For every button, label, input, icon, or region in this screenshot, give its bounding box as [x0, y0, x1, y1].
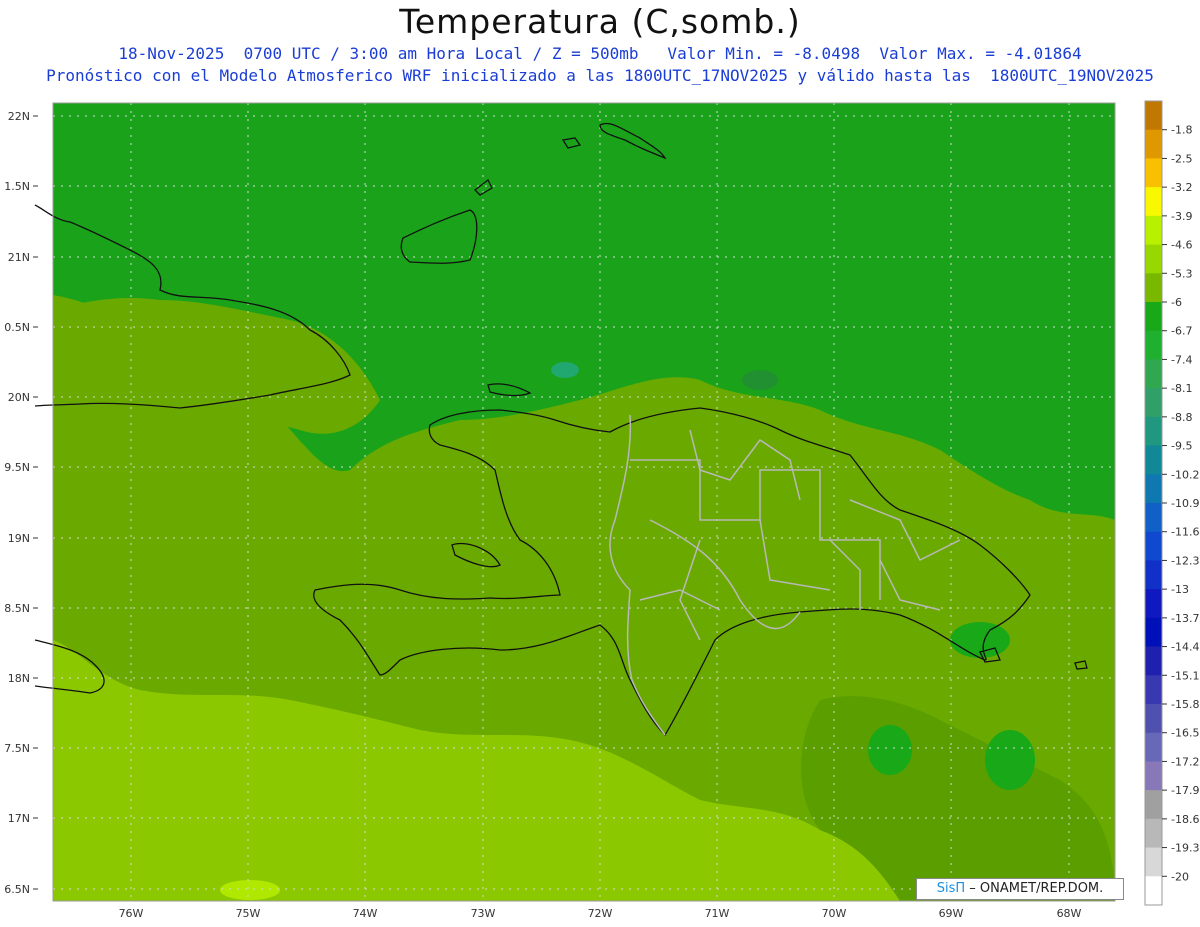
colorbar-swatch	[1145, 818, 1162, 849]
colorbar-label: -13.7	[1171, 612, 1199, 625]
lat-label: 1.5N	[4, 180, 30, 193]
colorbar-label: -3.2	[1171, 181, 1192, 194]
colorbar-swatch	[1145, 187, 1162, 217]
colorbar-label: -9.5	[1171, 440, 1192, 453]
lon-label: 73W	[471, 907, 496, 920]
sispi-logo: SisΠ	[936, 881, 966, 896]
colorbar-label: -13	[1171, 583, 1189, 596]
colorbar-swatch	[1145, 847, 1162, 877]
colorbar-label: -5.3	[1171, 267, 1192, 280]
lon-label: 76W	[119, 907, 144, 920]
colorbar-label: -4.6	[1171, 239, 1192, 252]
lat-label: 8.5N	[4, 602, 30, 615]
colorbar-swatch	[1145, 359, 1162, 389]
lat-axis: 22N 1.5N 21N 0.5N 20N 9.5N 19N 8.5N 18N …	[4, 110, 30, 896]
colorbar-swatch	[1145, 129, 1162, 159]
lat-label: 21N	[8, 251, 30, 264]
colorbar-swatch	[1145, 761, 1162, 791]
colorbar-label: -1.8	[1171, 124, 1192, 137]
colorbar-swatch	[1145, 215, 1162, 246]
lon-label: 69W	[939, 907, 964, 920]
lat-label: 9.5N	[4, 461, 30, 474]
colorbar-label: -16.5	[1171, 727, 1199, 740]
lat-label: 19N	[8, 532, 30, 545]
colorbar-label: -15.8	[1171, 698, 1199, 711]
colorbar-label: -3.9	[1171, 210, 1192, 223]
blob-sea-se-2	[868, 725, 912, 775]
colorbar-swatch	[1145, 158, 1162, 188]
colorbar-label: -2.5	[1171, 152, 1192, 165]
colorbar-swatch	[1145, 474, 1162, 504]
lat-label: 7.5N	[4, 742, 30, 755]
map-figure: 22N 1.5N 21N 0.5N 20N 9.5N 19N 8.5N 18N …	[4, 100, 1199, 920]
colorbar-swatch	[1145, 445, 1162, 475]
colorbar-swatch	[1145, 416, 1162, 447]
colorbar-label: -19.3	[1171, 842, 1199, 855]
colorbar-label: -6	[1171, 296, 1182, 309]
colorbar-swatch	[1145, 560, 1162, 590]
colorbar-label: -20	[1171, 870, 1189, 883]
colorbar: -1.8 -2.5 -3.2 -3.9 -4.6 -5.3 -6 -6.7 -7.4 -8.1 -8…	[1144, 100, 1199, 906]
colorbar-label: -8.1	[1171, 382, 1192, 395]
lat-label: 22N	[8, 110, 30, 123]
blob-north-1	[551, 362, 579, 378]
lat-label: 6.5N	[4, 883, 30, 896]
colorbar-label: -6.7	[1171, 325, 1192, 338]
colorbar-swatch	[1145, 330, 1162, 360]
colorbar-label: -17.9	[1171, 784, 1199, 797]
temperature-field	[53, 103, 1115, 901]
colorbar-swatch	[1145, 876, 1162, 906]
colorbar-label: -10.9	[1171, 497, 1199, 510]
colorbar-swatch	[1145, 101, 1162, 131]
blob-bottom-left	[220, 880, 280, 900]
colorbar-label: -18.6	[1171, 813, 1199, 826]
lon-axis: 76W 75W 74W 73W 72W 71W 70W 69W 68W	[119, 907, 1082, 920]
colorbar-swatch	[1145, 646, 1162, 676]
colorbar-label: -15.1	[1171, 669, 1199, 682]
colorbar-label: -14.4	[1171, 641, 1199, 654]
colorbar-swatch	[1145, 790, 1162, 820]
colorbar-swatch	[1145, 503, 1162, 533]
colorbar-swatch	[1145, 302, 1162, 332]
lon-label: 74W	[353, 907, 378, 920]
colorbar-label: -7.4	[1171, 353, 1192, 366]
lat-label: 18N	[8, 672, 30, 685]
lat-label: 20N	[8, 391, 30, 404]
lat-label: 17N	[8, 812, 30, 825]
blob-north-2	[742, 370, 778, 390]
lon-label: 75W	[236, 907, 261, 920]
blob-sea-se-1	[985, 730, 1035, 790]
colorbar-swatch	[1145, 244, 1162, 274]
colorbar-label: -8.8	[1171, 411, 1192, 424]
lon-label: 71W	[705, 907, 730, 920]
colorbar-label: -10.2	[1171, 468, 1199, 481]
credit-box: SisΠ – ONAMET/REP.DOM.	[916, 878, 1124, 900]
colorbar-swatch	[1145, 704, 1162, 734]
colorbar-swatch	[1145, 388, 1162, 418]
colorbar-swatch	[1145, 675, 1162, 705]
colorbar-label: -12.3	[1171, 554, 1199, 567]
colorbar-swatch	[1145, 617, 1162, 648]
colorbar-swatch	[1145, 732, 1162, 762]
colorbar-swatch	[1145, 273, 1162, 303]
colorbar-swatch	[1145, 531, 1162, 561]
lon-label: 72W	[588, 907, 613, 920]
colorbar-label: -11.6	[1171, 526, 1199, 539]
lat-ticks	[33, 115, 38, 890]
credit-text: – ONAMET/REP.DOM.	[965, 881, 1104, 896]
lon-label: 68W	[1057, 907, 1082, 920]
colorbar-swatch	[1145, 589, 1162, 619]
lat-label: 0.5N	[4, 321, 30, 334]
colorbar-label: -17.2	[1171, 755, 1199, 768]
lon-label: 70W	[822, 907, 847, 920]
